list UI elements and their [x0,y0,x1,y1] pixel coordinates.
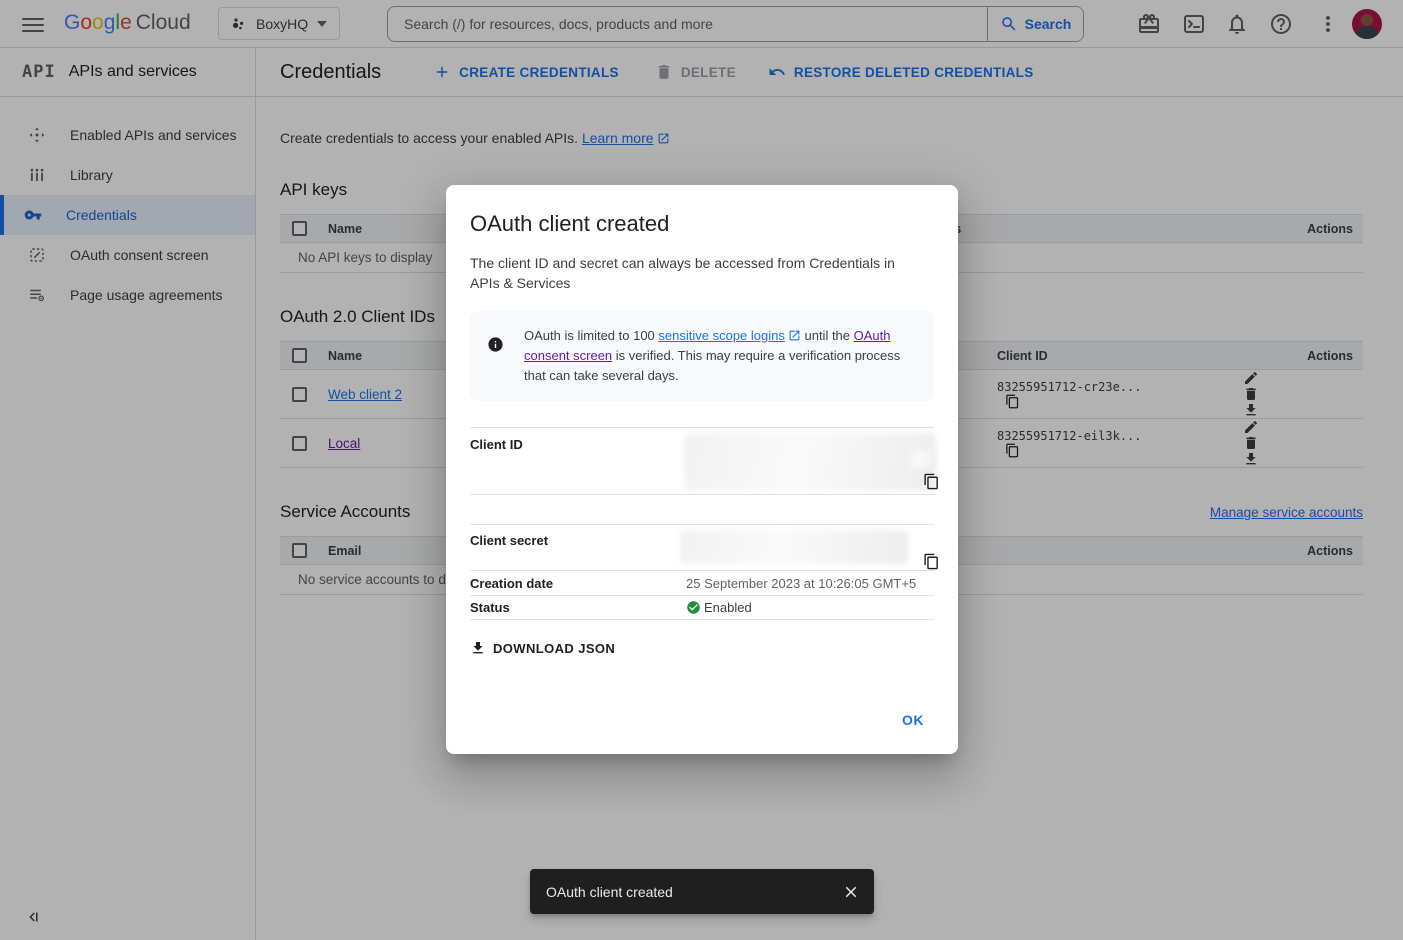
check-circle-icon [686,600,701,615]
copy-client-secret-icon[interactable] [923,553,940,570]
ok-button[interactable]: OK [894,704,932,736]
download-icon [470,640,486,656]
spacer-row [470,495,934,525]
client-id-row: Client ID [470,427,934,495]
close-icon[interactable] [842,883,860,901]
status-label: Status [470,600,686,615]
info-icon [487,336,504,353]
client-secret-redacted-value [680,530,908,564]
external-link-icon [788,329,801,342]
copy-client-id-icon[interactable] [923,473,940,490]
snackbar-message: OAuth client created [546,884,673,900]
download-json-button[interactable]: DOWNLOAD JSON [470,634,625,662]
snackbar: OAuth client created [530,869,874,914]
sensitive-scope-logins-link[interactable]: sensitive scope logins [658,328,800,343]
dialog-body-text: The client ID and secret can always be a… [470,253,920,293]
status-row: Status Enabled [470,596,934,620]
client-id-redacted-value [684,433,936,491]
creation-date-label: Creation date [470,576,686,591]
client-secret-label: Client secret [470,533,686,548]
status-value: Enabled [704,600,752,615]
client-secret-row: Client secret [470,525,934,571]
oauth-client-created-dialog: OAuth client created The client ID and s… [446,185,958,754]
creation-date-value: 25 September 2023 at 10:26:05 GMT+5 [686,576,934,591]
dialog-title: OAuth client created [470,211,934,237]
client-id-label: Client ID [470,437,686,452]
creation-date-row: Creation date 25 September 2023 at 10:26… [470,571,934,596]
oauth-limit-notice: OAuth is limited to 100 sensitive scope … [470,311,934,401]
